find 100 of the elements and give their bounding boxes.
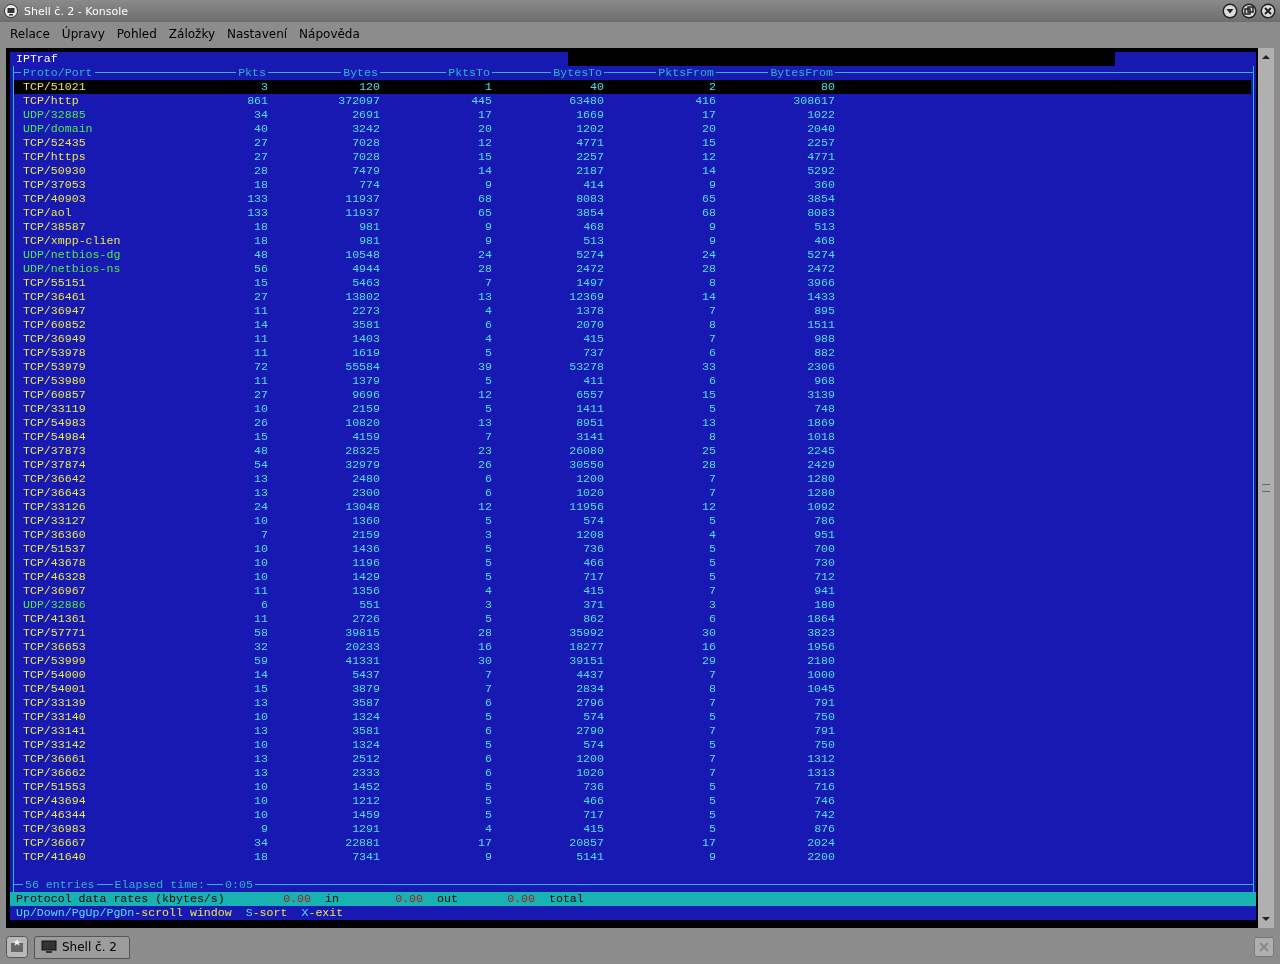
table-row[interactable]: UDP/domain 40 3242 20 1202 20 2040	[14, 122, 1251, 136]
table-row[interactable]: TCP/36661 13 2512 6 1200 7 1312	[14, 752, 1251, 766]
minimize-button[interactable]	[1222, 3, 1238, 19]
session-tab[interactable]: Shell č. 2	[34, 935, 130, 959]
table-cell-text: 750	[813, 738, 835, 752]
table-cell-text: 2180	[806, 654, 835, 668]
table-row[interactable]: TCP/33140 10 1324 5 574 5 750	[14, 710, 1251, 724]
table-row[interactable]: TCP/51553 10 1452 5 736 5 716	[14, 780, 1251, 794]
table-cell-text: 5463	[351, 276, 380, 290]
scrollbar[interactable]	[1258, 48, 1274, 928]
column-header[interactable]: Pkts	[236, 66, 268, 79]
table-row[interactable]: TCP/37053 18 774 9 414 9 360	[14, 178, 1251, 192]
menu-item[interactable]: Záložky	[162, 27, 221, 41]
table-row[interactable]: TCP/53980 11 1379 5 411 6 968	[14, 374, 1251, 388]
table-row[interactable]: TCP/46328 10 1429 5 717 5 712	[14, 570, 1251, 584]
table-cell-text: 28	[701, 262, 716, 276]
table-cell-text: 1280	[806, 472, 835, 486]
table-row[interactable]: TCP/33142 10 1324 5 574 5 750	[14, 738, 1251, 752]
table-cell-text: 10	[253, 794, 268, 808]
table-row[interactable]: TCP/60857 27 9696 12 6557 15 3139	[14, 388, 1251, 402]
table-cell-text: 2472	[575, 262, 604, 276]
table-row[interactable]: TCP/53978 11 1619 5 737 6 882	[14, 346, 1251, 360]
table-cell-text: 16	[477, 640, 492, 654]
table-cell-text: 1200	[575, 472, 604, 486]
table-row[interactable]: TCP/53979 72 55584 39 53278 33 2306	[14, 360, 1251, 374]
new-tab-icon[interactable]	[6, 936, 28, 958]
table-row[interactable]: TCP/33126 24 13048 12 11956 12 1092	[14, 500, 1251, 514]
table-row[interactable]: TCP/https 27 7028 15 2257 12 4771	[14, 150, 1251, 164]
table-row[interactable]: TCP/54984 15 4159 7 3141 8 1018	[14, 430, 1251, 444]
menu-item[interactable]: Nastavení	[221, 27, 294, 41]
table-row[interactable]: TCP/36461 27 13802 13 12369 14 1433	[14, 290, 1251, 304]
table-row[interactable]: TCP/36643 13 2300 6 1020 7 1280	[14, 486, 1251, 500]
menu-item[interactable]: Úpravy	[55, 27, 111, 41]
menu-item[interactable]: Pohled	[110, 27, 163, 41]
table-row[interactable]: UDP/netbios-ns 56 4944 28 2472 28 2472	[14, 262, 1251, 276]
table-cell-text: 28	[477, 626, 492, 640]
table-cell-text: 3141	[575, 430, 604, 444]
table-cell-text: 2273	[351, 304, 380, 318]
table-row[interactable]: TCP/http 861 372097 445 63480 416 308617	[14, 94, 1251, 108]
table-row[interactable]: TCP/54000 14 5437 7 4437 7 1000	[14, 668, 1251, 682]
table-cell-text: 895	[813, 304, 835, 318]
table-row[interactable]: TCP/46344 10 1459 5 717 5 742	[14, 808, 1251, 822]
table-row[interactable]: TCP/xmpp-clien 18 981 9 513 9 468	[14, 234, 1251, 248]
table-row[interactable]: TCP/36653 32 20233 16 18277 16 1956	[14, 640, 1251, 654]
column-header[interactable]: Bytes	[341, 66, 380, 79]
table-row[interactable]: TCP/36967 11 1356 4 415 7 941	[14, 584, 1251, 598]
table-row[interactable]: TCP/41640 18 7341 9 5141 9 2200	[14, 850, 1251, 864]
table-row[interactable]: TCP/55151 15 5463 7 1497 8 3966	[14, 276, 1251, 290]
maximize-button[interactable]	[1241, 3, 1257, 19]
table-row[interactable]: TCP/36667 34 22881 17 20857 17 2024	[14, 836, 1251, 850]
column-header[interactable]: PktsTo	[446, 66, 492, 79]
table-row[interactable]: TCP/60852 14 3581 6 2070 8 1511	[14, 318, 1251, 332]
table-row[interactable]: TCP/33139 13 3587 6 2796 7 791	[14, 696, 1251, 710]
scroll-grip-icon[interactable]	[1262, 484, 1270, 492]
table-cell-text: 7	[708, 332, 716, 346]
table-row[interactable]: UDP/32886 6 551 3 371 3 180	[14, 598, 1251, 612]
table-row[interactable]: TCP/38587 18 981 9 468 9 513	[14, 220, 1251, 234]
menu-item[interactable]: Nápověda	[293, 27, 366, 41]
table-row[interactable]: TCP/aol 133 11937 65 3854 68 8083	[14, 206, 1251, 220]
table-cell: TCP/54983	[23, 416, 86, 430]
table-row[interactable]: TCP/54983 26 10820 13 8951 13 1869	[14, 416, 1251, 430]
table-cell-text: 20	[701, 122, 716, 136]
column-header[interactable]: BytesFrom	[768, 66, 835, 79]
table-row[interactable]: TCP/51537 10 1436 5 736 5 700	[14, 542, 1251, 556]
table-cell: TCP/60852	[23, 318, 86, 332]
table-row[interactable]: TCP/37873 48 28325 23 26080 25 2245	[14, 444, 1251, 458]
table-row[interactable]: TCP/51021 3 120 1 40 2 80	[14, 80, 1251, 94]
close-button[interactable]	[1260, 3, 1276, 19]
table-row[interactable]: TCP/33141 13 3581 6 2790 7 791	[14, 724, 1251, 738]
table-cell-text: 58	[253, 626, 268, 640]
table-row[interactable]: TCP/36949 11 1403 4 415 7 988	[14, 332, 1251, 346]
table-row[interactable]: TCP/54001 15 3879 7 2834 8 1045	[14, 682, 1251, 696]
table-row[interactable]: TCP/43694 10 1212 5 466 5 746	[14, 794, 1251, 808]
table-row[interactable]: TCP/41361 11 2726 5 862 6 1864	[14, 612, 1251, 626]
table-row[interactable]: TCP/43678 10 1196 5 466 5 730	[14, 556, 1251, 570]
column-header[interactable]: Proto/Port	[21, 66, 95, 79]
table-row[interactable]: TCP/36947 11 2273 4 1378 7 895	[14, 304, 1251, 318]
table-row[interactable]: TCP/33127 10 1360 5 574 5 786	[14, 514, 1251, 528]
table-cell-text: 1313	[806, 766, 835, 780]
table-row[interactable]: TCP/37874 54 32979 26 30550 28 2429	[14, 458, 1251, 472]
table-row[interactable]: TCP/52435 27 7028 12 4771 15 2257	[14, 136, 1251, 150]
column-header[interactable]: PktsFrom	[656, 66, 716, 79]
menu-item[interactable]: Relace	[4, 27, 56, 41]
table-cell-text: 3	[484, 528, 492, 542]
table-cell-text: 968	[813, 374, 835, 388]
table-row[interactable]: TCP/36642 13 2480 6 1200 7 1280	[14, 472, 1251, 486]
table-row[interactable]: TCP/33119 10 2159 5 1411 5 748	[14, 402, 1251, 416]
table-row[interactable]: UDP/32885 34 2691 17 1669 17 1022	[14, 108, 1251, 122]
table-row[interactable]: TCP/50930 28 7479 14 2187 14 5292	[14, 164, 1251, 178]
column-header[interactable]: BytesTo	[551, 66, 604, 79]
table-row[interactable]: UDP/netbios-dg 48 10548 24 5274 24 5274	[14, 248, 1251, 262]
table-cell-text: 4437	[575, 668, 604, 682]
table-row[interactable]: TCP/36662 13 2333 6 1020 7 1313	[14, 766, 1251, 780]
table-row[interactable]: TCP/40903 133 11937 68 8083 65 3854	[14, 192, 1251, 206]
table-row[interactable]: TCP/57771 58 39815 28 35992 30 3823	[14, 626, 1251, 640]
table-row[interactable]: TCP/36360 7 2159 3 1208 4 951	[14, 528, 1251, 542]
table-row[interactable]: TCP/53999 59 41331 30 39151 29 2180	[14, 654, 1251, 668]
table-cell-text: 7	[708, 304, 716, 318]
table-row[interactable]: TCP/36983 9 1291 4 415 5 876	[14, 822, 1251, 836]
table-cell-text: 9	[708, 220, 716, 234]
